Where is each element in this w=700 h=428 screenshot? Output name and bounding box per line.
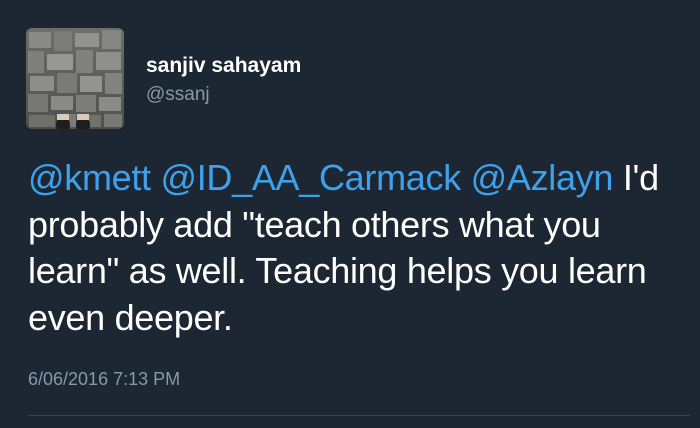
tweet-text: @kmett @ID_AA_Carmack @Azlayn I'd probab… [28, 155, 688, 341]
mention-link[interactable]: @ID_AA_Carmack [160, 157, 461, 198]
author-display-name[interactable]: sanjiv sahayam [146, 54, 301, 78]
mention-link[interactable]: @Azlayn [471, 157, 614, 198]
divider [28, 415, 690, 416]
mention-link[interactable]: @kmett [28, 157, 151, 198]
author-handle[interactable]: @ssanj [146, 84, 210, 106]
tweet-card: sanjiv sahayam @ssanj @kmett @ID_AA_Carm… [0, 0, 700, 428]
avatar[interactable] [26, 28, 124, 129]
avatar-image [26, 28, 124, 129]
tweet-timestamp[interactable]: 6/06/2016 7:13 PM [28, 369, 180, 390]
